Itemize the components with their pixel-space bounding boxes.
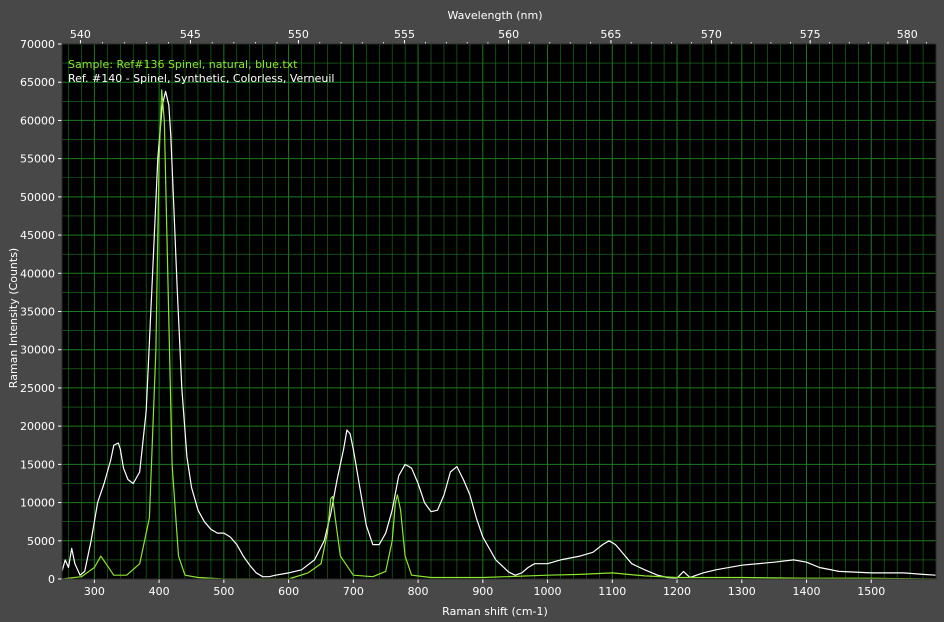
y-tick-label: 25000 xyxy=(20,382,55,395)
x-tick-label: 1000 xyxy=(534,585,562,598)
x2-tick-label: 545 xyxy=(180,28,201,41)
x2-tick-label: 555 xyxy=(394,28,415,41)
y-tick-label: 0 xyxy=(48,573,55,586)
x-tick-label: 1100 xyxy=(598,585,626,598)
x-tick-label: 1500 xyxy=(857,585,885,598)
x2-tick-label: 560 xyxy=(498,28,519,41)
x-axis-title: Raman shift (cm-1) xyxy=(442,605,548,618)
x2-tick-label: 580 xyxy=(897,28,918,41)
x-tick-label: 300 xyxy=(84,585,105,598)
x-tick-label: 900 xyxy=(472,585,493,598)
x-tick-label: 600 xyxy=(278,585,299,598)
y-tick-label: 20000 xyxy=(20,420,55,433)
legend-sample: Sample: Ref#136 Spinel, natural, blue.tx… xyxy=(68,58,298,71)
y-tick-label: 50000 xyxy=(20,191,55,204)
x-tick-labels: 300 400 500 600 700 800 900 1000 1100 1200 1300 140… xyxy=(84,579,885,598)
x2-tick-label: 575 xyxy=(800,28,821,41)
x2-tick-labels: 540 545 550 555 560 565 570 575 580 xyxy=(70,28,927,44)
x-tick-label: 400 xyxy=(149,585,170,598)
x2-tick-label: 540 xyxy=(70,28,91,41)
y-tick-label: 30000 xyxy=(20,344,55,357)
legend-reference: Ref. #140 - Spinel, Synthetic, Colorless… xyxy=(68,72,334,85)
x2-tick-label: 565 xyxy=(600,28,621,41)
x2-tick-label: 570 xyxy=(701,28,722,41)
x-tick-label: 700 xyxy=(343,585,364,598)
raman-spectrum-chart: 0 5000 10000 15000 20000 25000 30000 35000 40000… xyxy=(7,9,937,618)
y-tick-label: 55000 xyxy=(20,153,55,166)
y-tick-label: 70000 xyxy=(20,38,55,51)
y-tick-label: 60000 xyxy=(20,114,55,127)
x-tick-label: 800 xyxy=(408,585,429,598)
y-axis-title: Raman Intensity (Counts) xyxy=(7,248,20,388)
y-tick-label: 5000 xyxy=(27,535,55,548)
y-tick-label: 15000 xyxy=(20,458,55,471)
x-tick-label: 1300 xyxy=(728,585,756,598)
y-tick-label: 65000 xyxy=(20,76,55,89)
x-tick-label: 1400 xyxy=(793,585,821,598)
y-tick-label: 35000 xyxy=(20,306,55,319)
y-tick-label: 45000 xyxy=(20,229,55,242)
x-tick-label: 1200 xyxy=(663,585,691,598)
y-tick-label: 40000 xyxy=(20,267,55,280)
x2-tick-label: 550 xyxy=(288,28,309,41)
x-tick-label: 500 xyxy=(213,585,234,598)
y-tick-label: 10000 xyxy=(20,497,55,510)
x2-axis-title: Wavelength (nm) xyxy=(447,9,542,22)
y-tick-labels: 0 5000 10000 15000 20000 25000 30000 35000 40000… xyxy=(20,38,62,586)
